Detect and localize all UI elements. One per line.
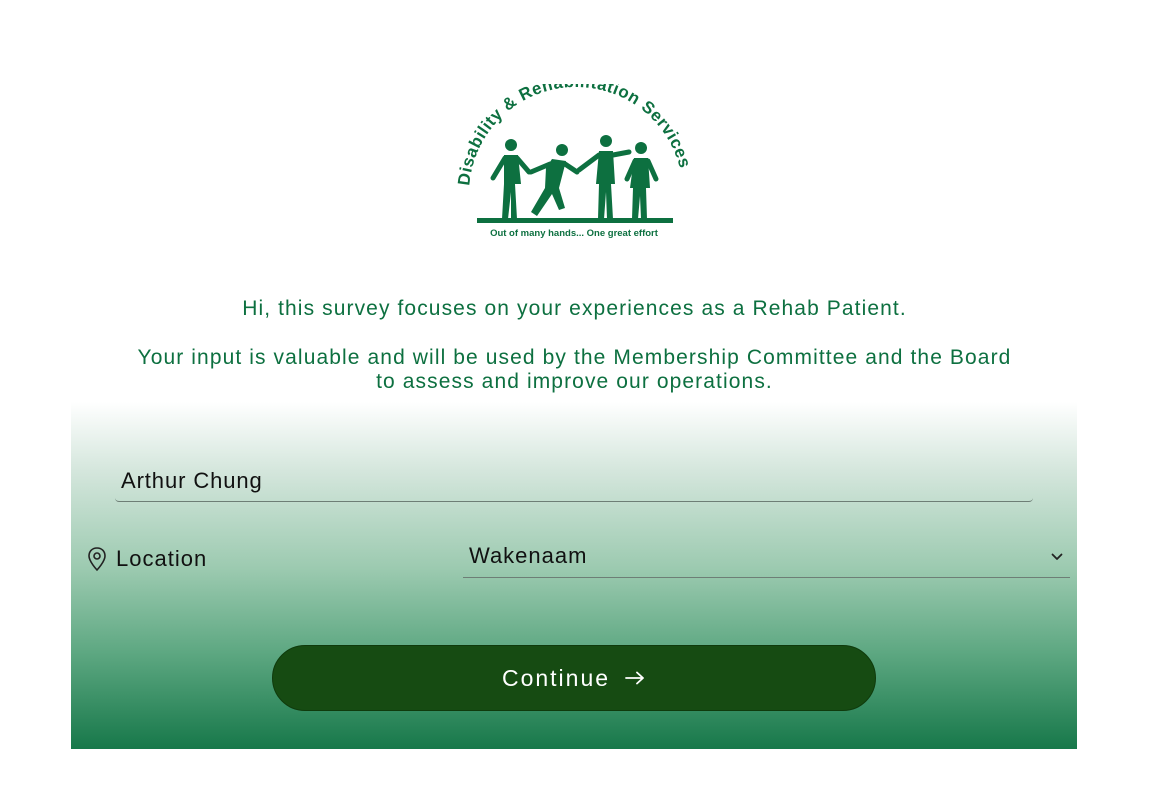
logo-ground-bar <box>477 218 673 223</box>
chevron-down-icon <box>1051 553 1063 560</box>
intro-greeting: Hi, this survey focuses on your experien… <box>242 297 907 320</box>
organization-logo: Disability & Rehabilitation Services <box>449 84 699 244</box>
location-label: Location <box>86 544 207 574</box>
logo-graphic: Disability & Rehabilitation Services <box>454 84 694 239</box>
location-selected-value: Wakenaam <box>469 543 588 568</box>
intro-description: Your input is valuable and will be used … <box>0 346 1149 394</box>
arrow-right-icon <box>625 671 644 685</box>
people-figures-icon <box>490 135 659 219</box>
name-field <box>115 460 1033 502</box>
continue-button[interactable]: Continue <box>272 645 876 711</box>
location-label-text: Location <box>116 546 208 571</box>
continue-button-label: Continue <box>501 664 611 691</box>
map-pin-icon <box>88 547 106 572</box>
intro-description-line-1: Your input is valuable and will be used … <box>137 346 1012 369</box>
logo-tagline: Out of many hands... One great effort <box>490 228 659 239</box>
location-select[interactable]: Wakenaam <box>463 536 1070 578</box>
survey-page: Disability & Rehabilitation Services <box>0 0 1149 800</box>
survey-form-panel: Location Wakenaam Continue <box>71 402 1077 749</box>
name-input[interactable] <box>121 466 1001 496</box>
intro-description-line-2: to assess and improve our operations. <box>376 370 773 393</box>
